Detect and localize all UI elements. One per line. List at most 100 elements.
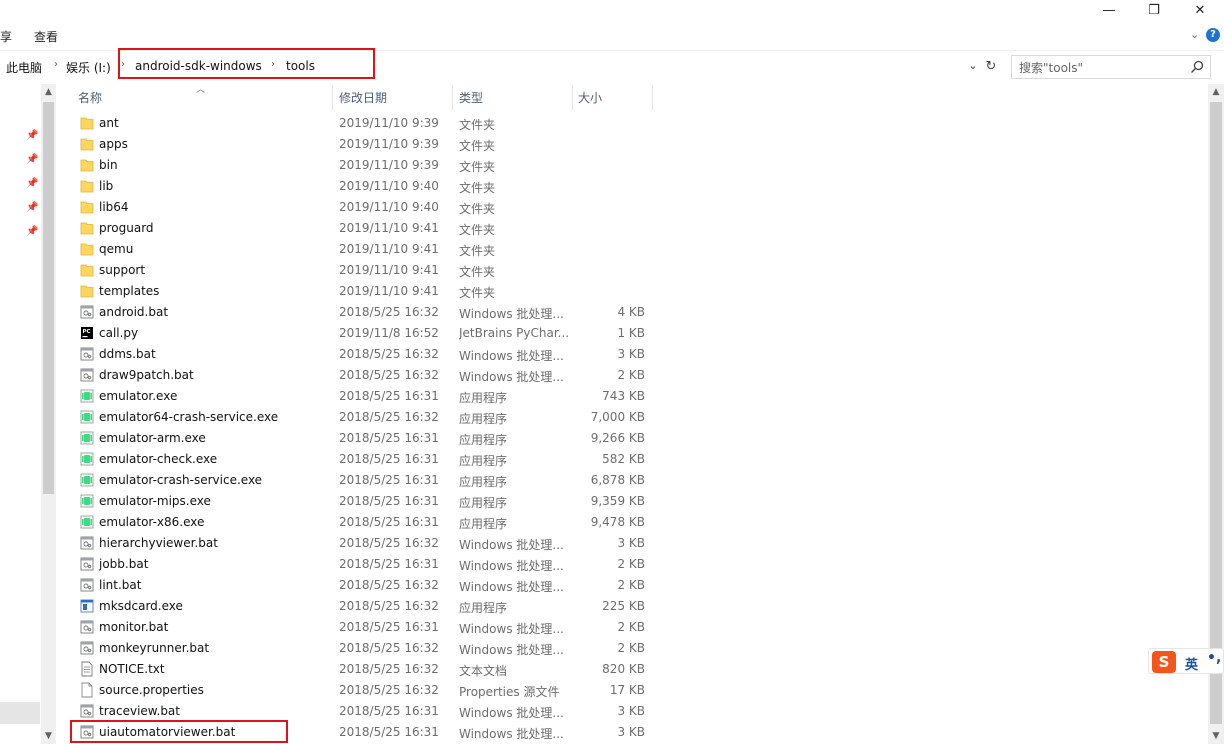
- file-row[interactable]: templates 2019/11/10 9:41 文件夹: [56, 281, 656, 302]
- scroll-down-icon[interactable]: ▼: [1208, 728, 1224, 744]
- file-row[interactable]: emulator-check.exe 2018/5/25 16:31 应用程序 582…: [56, 449, 656, 470]
- file-row[interactable]: emulator.exe 2018/5/25 16:31 应用程序 743 KB: [56, 386, 656, 407]
- file-row[interactable]: apps 2019/11/10 9:39 文件夹: [56, 134, 656, 155]
- column-header-type[interactable]: 类型: [459, 84, 569, 112]
- file-size: 2 KB: [617, 620, 645, 634]
- file-date: 2018/5/25 16:31: [339, 557, 439, 571]
- pin-icon[interactable]: 📌: [26, 154, 38, 166]
- file-type: Windows 批处理...: [459, 349, 564, 363]
- file-name: qemu: [99, 242, 134, 256]
- restore-button[interactable]: ❐: [1131, 0, 1177, 22]
- pin-icon[interactable]: 📌: [26, 178, 38, 190]
- file-list-scrollbar-thumb[interactable]: [1210, 102, 1222, 724]
- file-type: 文件夹: [459, 139, 496, 153]
- search-input[interactable]: [1019, 60, 1179, 76]
- ime-language-toggle[interactable]: 英: [1185, 654, 1198, 673]
- scroll-down-icon[interactable]: ▼: [41, 728, 56, 744]
- scroll-up-icon[interactable]: ▲: [41, 84, 56, 100]
- file-type: 应用程序: [459, 517, 508, 531]
- file-row[interactable]: NOTICE.txt 2018/5/25 16:32 文本文档 820 KB: [56, 659, 656, 680]
- pin-icon[interactable]: 📌: [26, 130, 38, 142]
- file-type: Windows 批处理...: [459, 706, 564, 720]
- search-icon[interactable]: [1190, 60, 1204, 74]
- file-name: emulator-arm.exe: [99, 431, 206, 445]
- file-size: 2 KB: [617, 641, 645, 655]
- column-divider[interactable]: [452, 86, 453, 110]
- pin-icon[interactable]: 📌: [26, 202, 38, 214]
- file-row[interactable]: hierarchyviewer.bat 2018/5/25 16:32 Window…: [56, 533, 656, 554]
- file-row[interactable]: PC call.py 2019/11/8 16:52 JetBrains PyChar…: [56, 323, 656, 344]
- file-size: 1 KB: [617, 326, 645, 340]
- file-type: 应用程序: [459, 433, 508, 447]
- scroll-up-icon[interactable]: ▲: [1208, 84, 1224, 100]
- help-icon[interactable]: ?: [1206, 28, 1220, 42]
- column-divider[interactable]: [572, 86, 573, 110]
- file-row[interactable]: monkeyrunner.bat 2018/5/25 16:32 Windows 批…: [56, 638, 656, 659]
- nav-selected-item[interactable]: [0, 702, 40, 724]
- file-date: 2018/5/25 16:32: [339, 410, 439, 424]
- file-row[interactable]: ddms.bat 2018/5/25 16:32 Windows 批处理... 3 K…: [56, 344, 656, 365]
- file-row[interactable]: emulator64-crash-service.exe 2018/5/25 16…: [56, 407, 656, 428]
- android-exe-icon: [80, 472, 94, 488]
- tab-view[interactable]: 查看: [34, 28, 58, 45]
- breadcrumb-this-pc[interactable]: 此电脑: [6, 59, 42, 76]
- column-header-size[interactable]: 大小: [578, 84, 648, 112]
- file-row[interactable]: mksdcard.exe 2018/5/25 16:32 应用程序 225 KB: [56, 596, 656, 617]
- pycharm-file-icon: PC: [80, 325, 94, 341]
- file-row[interactable]: lib 2019/11/10 9:40 文件夹: [56, 176, 656, 197]
- file-row[interactable]: uiautomatorviewer.bat 2018/5/25 16:31 Wind…: [56, 722, 656, 743]
- file-row[interactable]: lint.bat 2018/5/25 16:32 Windows 批处理... 2 K…: [56, 575, 656, 596]
- file-row[interactable]: emulator-x86.exe 2018/5/25 16:31 应用程序 9,478…: [56, 512, 656, 533]
- nav-scrollbar-thumb[interactable]: [43, 102, 54, 494]
- ribbon-expand-chevron-icon[interactable]: ⌄: [1190, 28, 1204, 42]
- close-button[interactable]: ✕: [1177, 0, 1223, 22]
- column-divider[interactable]: [652, 86, 653, 110]
- pin-icon[interactable]: 📌: [26, 226, 38, 238]
- file-list-scrollbar[interactable]: ▲ ▼: [1208, 84, 1224, 744]
- refresh-button[interactable]: ↻: [982, 57, 1000, 77]
- file-name: emulator-check.exe: [99, 452, 218, 466]
- column-header-date[interactable]: 修改日期: [339, 84, 449, 112]
- address-history-dropdown-icon[interactable]: ⌄: [966, 59, 980, 75]
- column-divider[interactable]: [332, 86, 333, 110]
- batch-file-icon: [80, 703, 94, 719]
- tab-share[interactable]: 享: [0, 28, 12, 45]
- sogou-logo-icon[interactable]: S: [1152, 651, 1176, 673]
- file-row[interactable]: traceview.bat 2018/5/25 16:31 Windows 批处理.…: [56, 701, 656, 722]
- file-row[interactable]: source.properties 2018/5/25 16:32 Properti…: [56, 680, 656, 701]
- svg-text:PC: PC: [83, 329, 91, 335]
- ime-toolbar[interactable]: S 英 •,: [1148, 648, 1224, 674]
- file-row[interactable]: draw9patch.bat 2018/5/25 16:32 Windows 批处理…: [56, 365, 656, 386]
- file-row[interactable]: emulator-mips.exe 2018/5/25 16:31 应用程序 9,35…: [56, 491, 656, 512]
- file-row[interactable]: proguard 2019/11/10 9:41 文件夹: [56, 218, 656, 239]
- file-name: apps: [99, 137, 128, 151]
- ime-punctuation-toggle[interactable]: •,: [1207, 650, 1221, 666]
- nav-scrollbar[interactable]: ▲ ▼: [41, 84, 56, 744]
- file-row[interactable]: bin 2019/11/10 9:39 文件夹: [56, 155, 656, 176]
- file-date: 2018/5/25 16:31: [339, 704, 439, 718]
- file-row[interactable]: emulator-arm.exe 2018/5/25 16:31 应用程序 9,266…: [56, 428, 656, 449]
- file-name: emulator-crash-service.exe: [99, 473, 263, 487]
- file-row[interactable]: emulator-crash-service.exe 2018/5/25 16:3…: [56, 470, 656, 491]
- file-row[interactable]: ant 2019/11/10 9:39 文件夹: [56, 113, 656, 134]
- file-row[interactable]: android.bat 2018/5/25 16:32 Windows 批处理...…: [56, 302, 656, 323]
- breadcrumb-separator-icon[interactable]: ›: [54, 59, 58, 70]
- breadcrumb-drive[interactable]: 娱乐 (I:): [66, 59, 111, 76]
- batch-file-icon: [80, 535, 94, 551]
- file-name: call.py: [99, 326, 139, 340]
- file-name: support: [99, 263, 146, 277]
- folder-icon: [80, 262, 94, 278]
- search-box[interactable]: [1011, 55, 1211, 79]
- file-row[interactable]: qemu 2019/11/10 9:41 文件夹: [56, 239, 656, 260]
- navigation-pane[interactable]: 📌 📌 📌 📌 📌: [0, 84, 40, 744]
- column-header-name[interactable]: 名称: [78, 84, 332, 112]
- file-type: 文件夹: [459, 265, 496, 279]
- minimize-button[interactable]: —: [1086, 0, 1132, 22]
- file-name: ddms.bat: [99, 347, 156, 361]
- file-row[interactable]: jobb.bat 2018/5/25 16:31 Windows 批处理... 2 K…: [56, 554, 656, 575]
- file-row[interactable]: monitor.bat 2018/5/25 16:31 Windows 批处理...…: [56, 617, 656, 638]
- file-name: emulator-x86.exe: [99, 515, 205, 529]
- file-row[interactable]: support 2019/11/10 9:41 文件夹: [56, 260, 656, 281]
- batch-file-icon: [80, 304, 94, 320]
- file-row[interactable]: lib64 2019/11/10 9:40 文件夹: [56, 197, 656, 218]
